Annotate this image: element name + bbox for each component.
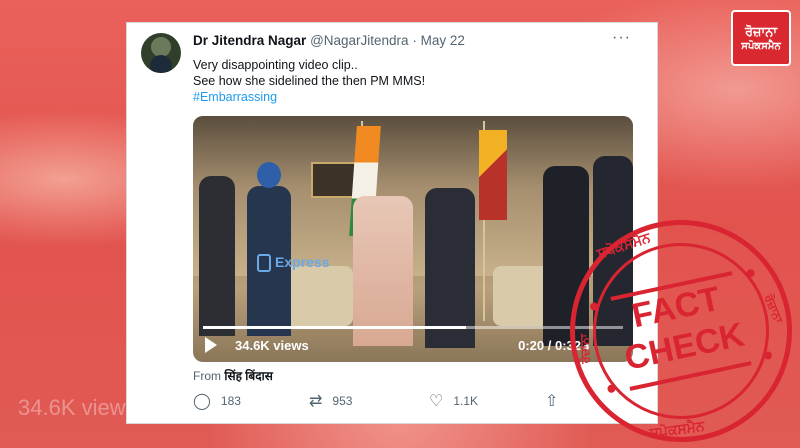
- brand-line-1: ਰੋਜ਼ਾਨਾ: [744, 23, 778, 39]
- heart-icon: ♡: [429, 393, 444, 410]
- stamp-left-text: ਰੋਜ਼ਾਨਾ: [577, 333, 593, 364]
- stamp-bottom-text: ਸਪੋਕਸਮੈਨ: [648, 417, 706, 441]
- play-icon[interactable]: [205, 337, 217, 353]
- share-button[interactable]: ⇧: [545, 391, 558, 411]
- video-source: From सिंह बिंदास: [193, 367, 273, 384]
- stamp-dot: [745, 268, 756, 279]
- stamp-dot: [606, 383, 617, 394]
- person: [425, 188, 475, 348]
- person: [353, 196, 413, 346]
- pen-icon: [257, 254, 271, 273]
- background-ghost-text: 34.6K views: [18, 395, 137, 420]
- brand-logo: ਰੋਜ਼ਾਨਾ ਸਪੋਕਸਮੈਨ: [731, 10, 791, 66]
- tweet-header: Dr Jitendra Nagar @NagarJitendra · May 2…: [193, 33, 465, 48]
- video-progress-fill: [203, 326, 466, 329]
- flag-srilanka: [479, 130, 507, 220]
- more-options-icon[interactable]: ···: [612, 29, 631, 47]
- tweet-date[interactable]: · May 22: [412, 33, 465, 48]
- avatar[interactable]: [141, 33, 181, 73]
- tweet-line-2: See how she sidelined the then PM MMS!: [193, 74, 426, 88]
- sofa: [283, 266, 353, 326]
- share-icon: ⇧: [545, 393, 559, 410]
- brand-line-2: ਸਪੋਕਸਮੈਨ: [741, 40, 781, 52]
- source-prefix: From: [193, 369, 221, 383]
- retweet-icon: ⇄: [309, 393, 323, 410]
- source-name[interactable]: सिंह बिंदास: [224, 369, 272, 383]
- stamp-dot: [763, 350, 773, 361]
- person: [199, 176, 235, 336]
- display-name[interactable]: Dr Jitendra Nagar: [193, 33, 306, 48]
- video-player[interactable]: Express 34.6K views 0:20 / 0:32 🔈︎: [193, 116, 633, 362]
- like-count: 1.1K: [453, 394, 479, 408]
- hashtag-link[interactable]: #Embarrassing: [193, 89, 425, 105]
- tweet-actions: ◯ 183 ⇄ 953 ♡ 1.1K ⇧: [193, 391, 573, 413]
- reply-button[interactable]: ◯ 183: [193, 391, 241, 411]
- video-watermark: Express: [257, 254, 330, 273]
- reply-count: 183: [220, 394, 241, 408]
- watermark-text: Express: [275, 254, 330, 270]
- handle[interactable]: @NagarJitendra: [310, 33, 409, 48]
- retweet-button[interactable]: ⇄ 953: [309, 391, 352, 411]
- tweet-text: Very disappointing video clip.. See how …: [193, 57, 425, 105]
- person-turban: [257, 162, 281, 188]
- reply-icon: ◯: [193, 393, 211, 410]
- video-progress-bar[interactable]: [203, 326, 623, 329]
- view-count: 34.6K views: [235, 338, 309, 353]
- retweet-count: 953: [332, 394, 353, 408]
- tweet-line-1: Very disappointing video clip..: [193, 58, 358, 72]
- like-button[interactable]: ♡ 1.1K: [429, 391, 478, 411]
